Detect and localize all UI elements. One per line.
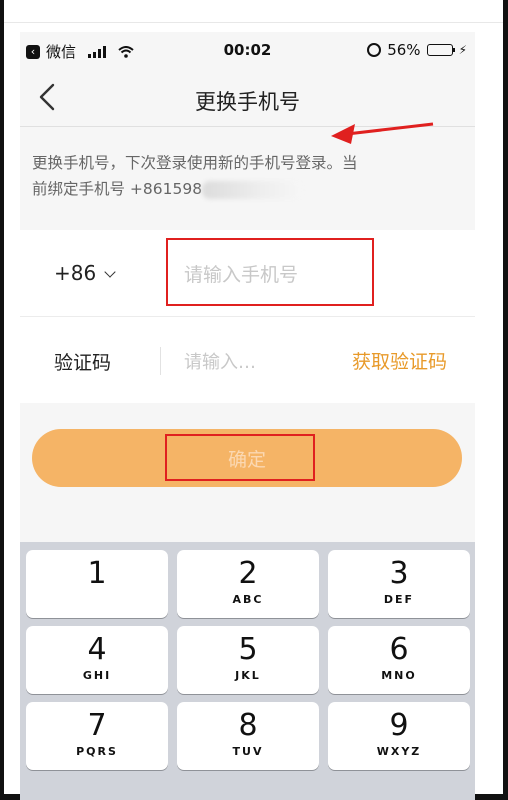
- blurred-phone-digits: [202, 180, 303, 199]
- notice-line-2: 前绑定手机号 +861598: [32, 176, 462, 202]
- key-3[interactable]: 3 DEF: [328, 550, 470, 618]
- key-letters: TUV: [232, 745, 264, 758]
- key-letters: MNO: [381, 669, 417, 682]
- key-9[interactable]: 9 WXYZ: [328, 702, 470, 770]
- notice-text: 更换手机号，下次登录使用新的手机号登录。当 前绑定手机号 +861598: [32, 150, 462, 202]
- numeric-keyboard: 1 2 ABC 3 DEF 4 GHI 5 JKL 6 MNO 7 PQRS 8 TUV 9 WXYZ: [20, 542, 475, 800]
- key-digit: 3: [389, 556, 409, 591]
- page-title: 更换手机号: [195, 90, 300, 114]
- screenshot-right-border: [503, 0, 508, 800]
- key-digit: 9: [389, 708, 409, 743]
- key-1[interactable]: 1: [26, 550, 168, 618]
- code-input-row: 验证码 获取验证码: [20, 317, 475, 403]
- status-right: 56% ⚡: [367, 41, 467, 59]
- annotation-arrow-icon: [331, 122, 434, 144]
- orientation-lock-icon: [367, 43, 382, 57]
- key-digit: 5: [238, 632, 258, 667]
- key-letters: ABC: [232, 593, 264, 606]
- notice-line-1: 更换手机号，下次登录使用新的手机号登录。当: [32, 154, 358, 172]
- key-digit: 8: [238, 708, 258, 743]
- battery-percent: 56%: [387, 41, 421, 59]
- key-digit: 2: [238, 556, 258, 591]
- battery-icon: [426, 44, 455, 56]
- country-code-selector[interactable]: +86: [54, 261, 116, 285]
- key-letters: WXYZ: [376, 745, 422, 758]
- phone-input-row: +86: [20, 230, 475, 316]
- verification-code-label: 验证码: [54, 352, 112, 374]
- phone-screen: ‹ 微信 00:02 56% ⚡ 更换手机号 更换手机号，下次登录使用新的手机号…: [20, 32, 475, 800]
- key-digit: 1: [87, 556, 107, 591]
- phone-number-input[interactable]: [182, 254, 386, 296]
- screenshot-top-margin: [0, 0, 508, 23]
- key-7[interactable]: 7 PQRS: [26, 702, 168, 770]
- current-phone-prefix: 前绑定手机号 +861598: [32, 180, 203, 198]
- key-digit: 7: [87, 708, 107, 743]
- key-letters: GHI: [82, 669, 112, 682]
- field-divider: [160, 347, 161, 375]
- key-8[interactable]: 8 TUV: [177, 702, 319, 770]
- nav-bar: 更换手机号: [20, 68, 475, 144]
- chevron-down-icon: [104, 266, 116, 278]
- confirm-button[interactable]: 确定: [32, 429, 462, 487]
- key-6[interactable]: 6 MNO: [328, 626, 470, 694]
- key-4[interactable]: 4 GHI: [26, 626, 168, 694]
- get-code-button[interactable]: 获取验证码: [352, 347, 447, 374]
- screenshot-left-border: [0, 0, 4, 800]
- key-digit: 6: [389, 632, 409, 667]
- key-letters: JKL: [235, 669, 261, 682]
- status-bar: ‹ 微信 00:02 56% ⚡: [20, 32, 475, 68]
- key-digit: 4: [87, 632, 107, 667]
- key-letters: PQRS: [76, 745, 118, 758]
- key-5[interactable]: 5 JKL: [177, 626, 319, 694]
- charging-bolt-icon: ⚡: [458, 43, 467, 57]
- key-2[interactable]: 2 ABC: [177, 550, 319, 618]
- verification-code-input[interactable]: [182, 341, 316, 383]
- country-code-label: +86: [54, 261, 97, 285]
- key-letters: DEF: [383, 593, 415, 606]
